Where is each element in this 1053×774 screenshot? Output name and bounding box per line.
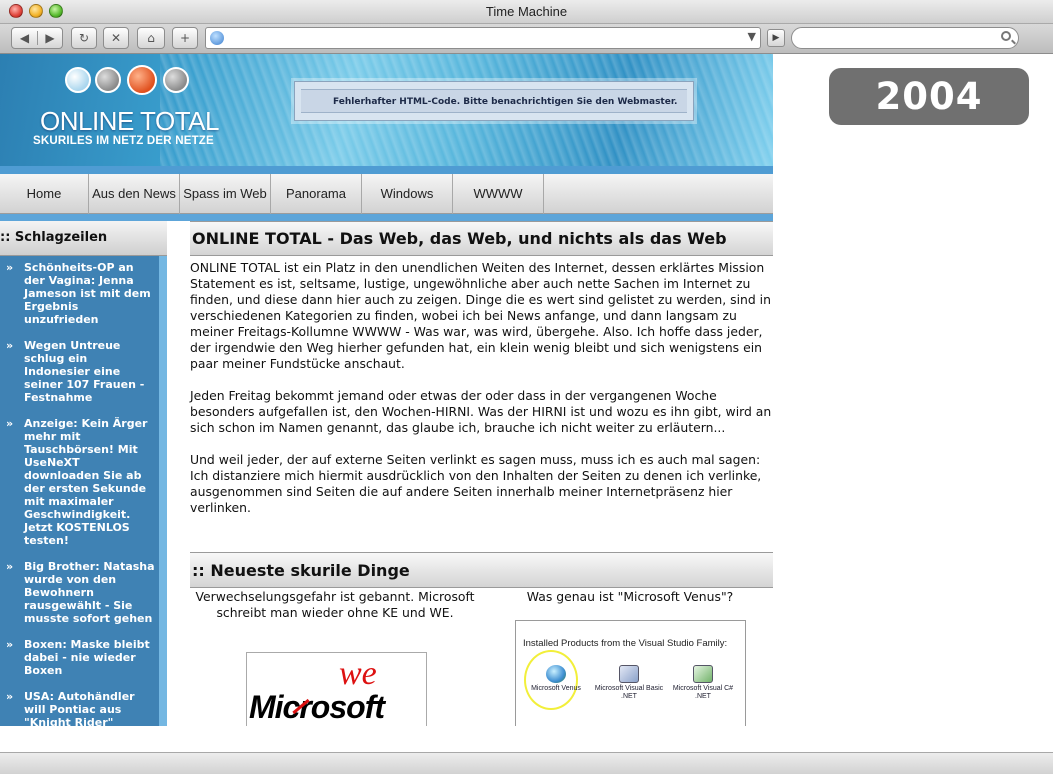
disclaimer-paragraph: Und weil jeder, der auf externe Seiten v… [190, 452, 762, 515]
product-csharp: Microsoft Visual C# .NET [668, 665, 738, 701]
visual-studio-image[interactable]: Installed Products from the Visual Studi… [515, 620, 746, 726]
nav-wwww[interactable]: WWWW [453, 174, 544, 214]
go-button[interactable]: ▶ [767, 29, 785, 47]
plus-icon: + [179, 31, 191, 45]
home-button[interactable]: ⌂ [137, 27, 165, 49]
intro-paragraph: ONLINE TOTAL ist ein Platz in den unendl… [190, 260, 771, 371]
news-list: Schönheits-OP an der Vagina: Jenna James… [0, 261, 159, 726]
nav-news[interactable]: Aus den News [89, 174, 180, 214]
add-bookmark-button[interactable]: + [172, 27, 198, 49]
nav-panorama[interactable]: Panorama [271, 174, 362, 214]
item2-text: Was genau ist "Microsoft Venus"? [526, 589, 734, 604]
news-item[interactable]: Wegen Untreue schlug ein Indonesier eine… [0, 339, 159, 404]
error-banner: Fehlerhafter HTML-Code. Bitte benachrich… [294, 81, 694, 121]
search-icon [1001, 31, 1011, 41]
reload-button[interactable]: ↻ [71, 27, 97, 49]
main-heading: ONLINE TOTAL - Das Web, das Web, und nic… [190, 221, 773, 256]
main-nav: Home Aus den News Spass im Web Panorama … [0, 174, 773, 214]
dropdown-arrow-icon[interactable]: ▼ [748, 30, 756, 43]
news-item-ad[interactable]: Anzeige: Kein Ärger mehr mit Tauschbörse… [0, 417, 159, 547]
nav-home[interactable]: Home [0, 174, 89, 214]
microsoft-word: Microsoft [249, 689, 385, 725]
search-field[interactable] [791, 27, 1019, 49]
home-icon: ⌂ [147, 31, 155, 45]
reload-icon: ↻ [78, 31, 90, 45]
page-bottom-area [0, 726, 1053, 752]
news-item[interactable]: Boxen: Maske bleibt dabei - nie wieder B… [0, 638, 159, 677]
stop-icon: ✕ [110, 31, 122, 45]
window-titlebar: Time Machine [0, 0, 1053, 24]
headlines-sidebar: :: Schlagzeilen Schönheits-OP an der Vag… [0, 221, 167, 726]
globe-icon [210, 31, 224, 45]
vs-caption: Installed Products from the Visual Studi… [523, 638, 728, 649]
web-page: ONLINE TOTAL SKURILES IM NETZ DER NETZE … [0, 54, 773, 726]
back-forward-button[interactable]: ◀ ▶ [11, 27, 63, 49]
product-vb: Microsoft Visual Basic .NET [594, 665, 664, 701]
site-banner: ONLINE TOTAL SKURILES IM NETZ DER NETZE … [0, 54, 773, 166]
stop-button[interactable]: ✕ [103, 27, 129, 49]
address-bar[interactable]: ▼ [205, 27, 761, 49]
browser-toolbar: ◀ ▶ ↻ ✕ ⌂ + ▼ ▶ [0, 24, 1053, 54]
status-bar [0, 752, 1053, 774]
year-badge: 2004 [829, 68, 1029, 125]
site-logo-subtitle: SKURILES IM NETZ DER NETZE [33, 135, 214, 147]
section-heading: :: Neueste skurile Dinge [190, 552, 773, 588]
news-item[interactable]: Big Brother: Natasha wurde von den Bewoh… [0, 560, 159, 625]
nav-spass[interactable]: Spass im Web [180, 174, 271, 214]
news-item[interactable]: Schönheits-OP an der Vagina: Jenna James… [0, 261, 159, 326]
main-content: ONLINE TOTAL - Das Web, das Web, und nic… [190, 221, 773, 516]
we-overlay: we [339, 655, 377, 692]
news-item[interactable]: USA: Autohändler will Pontiac aus "Knigh… [0, 690, 159, 726]
back-arrow-icon[interactable]: ◀ [12, 31, 37, 45]
error-message: Fehlerhafter HTML-Code. Bitte benachrich… [301, 89, 687, 113]
item1-text: Verwechselungsgefahr ist gebannt. Micros… [195, 589, 475, 620]
hirni-paragraph: Jeden Freitag bekommt jemand oder etwas … [190, 388, 772, 435]
sidebar-title: :: Schlagzeilen [0, 221, 167, 256]
nav-windows[interactable]: Windows [362, 174, 453, 214]
site-logo-title[interactable]: ONLINE TOTAL [40, 106, 219, 137]
globe-icon [546, 665, 566, 683]
csharp-icon [693, 665, 713, 683]
microsoft-we-image[interactable]: Microsoft we [246, 652, 427, 726]
vb-icon [619, 665, 639, 683]
forward-arrow-icon[interactable]: ▶ [37, 31, 62, 45]
window-title: Time Machine [485, 4, 568, 19]
product-venus: Microsoft Venus [521, 665, 591, 693]
